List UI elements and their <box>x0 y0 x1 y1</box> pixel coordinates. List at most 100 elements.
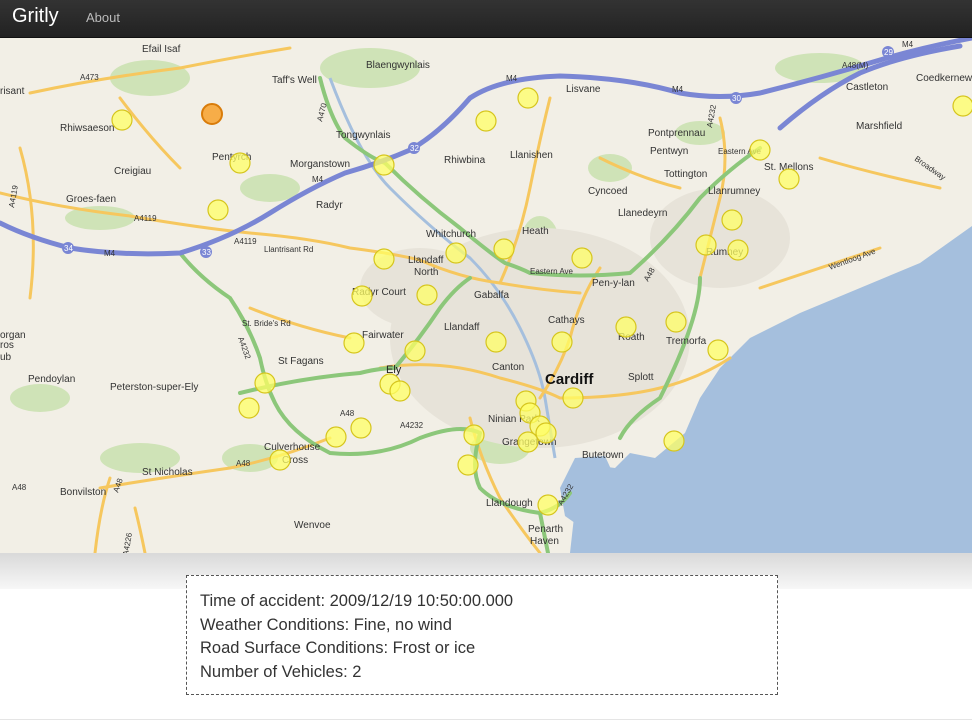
accident-marker[interactable] <box>207 199 229 221</box>
label-canton: Canton <box>492 362 524 373</box>
label-m4-d: M4 <box>312 175 324 184</box>
accident-marker[interactable] <box>457 454 479 476</box>
label-tongwynlais: Tongwynlais <box>336 130 390 141</box>
accident-marker[interactable] <box>707 339 729 361</box>
label-wenvoe: Wenvoe <box>294 520 331 531</box>
brand-link[interactable]: Gritly <box>12 5 59 28</box>
accident-marker[interactable] <box>351 285 373 307</box>
accident-marker[interactable] <box>562 387 584 409</box>
label-tremorfa: Tremorfa <box>666 336 707 347</box>
accident-time: Time of accident: 2009/12/19 10:50:00.00… <box>200 592 514 610</box>
svg-text:30: 30 <box>732 94 741 103</box>
label-m4-c: M4 <box>902 40 914 49</box>
accident-marker[interactable] <box>517 431 539 453</box>
accident-marker[interactable] <box>727 239 749 261</box>
accident-marker[interactable] <box>537 494 559 516</box>
label-taffs-well: Taff's Well <box>272 75 317 86</box>
label-a48m: A48(M) <box>842 61 869 70</box>
road-surface-conditions: Road Surface Conditions: Frost or ice <box>200 639 476 657</box>
label-haven: Haven <box>530 536 559 547</box>
label-a48-b: A48 <box>236 459 251 468</box>
accident-marker[interactable] <box>111 109 133 131</box>
label-coedkernew: Coedkernew <box>916 73 972 84</box>
label-butetown: Butetown <box>582 450 624 461</box>
label-whitchurch: Whitchurch <box>426 229 476 240</box>
label-llanrumney: Llanrumney <box>708 186 760 197</box>
label-efail-isaf: Efail Isaf <box>142 44 181 55</box>
label-m4-e: M4 <box>104 249 116 258</box>
label-peterston: Peterston-super-Ely <box>110 382 198 393</box>
accident-marker[interactable] <box>254 372 276 394</box>
label-pen-y-lan: Pen-y-lan <box>592 278 635 289</box>
label-groes-faen: Groes-faen <box>66 194 116 205</box>
label-llantrisant-rd: Llantrisant Rd <box>264 245 313 254</box>
accident-marker[interactable] <box>952 95 972 117</box>
accident-marker[interactable] <box>373 248 395 270</box>
accident-marker[interactable] <box>749 139 771 161</box>
label-ub: ub <box>0 352 12 363</box>
label-st-brides-rd: St. Bride's Rd <box>242 319 291 328</box>
label-bonvilston: Bonvilston <box>60 487 106 498</box>
accident-marker[interactable] <box>485 331 507 353</box>
accident-marker[interactable] <box>493 238 515 260</box>
label-llandaff: Llandaff <box>444 322 480 333</box>
number-of-vehicles: Number of Vehicles: 2 <box>200 662 362 681</box>
accident-marker[interactable] <box>445 242 467 264</box>
accident-marker[interactable] <box>778 168 800 190</box>
label-eastern-ave-a: Eastern Ave <box>530 267 574 276</box>
accident-marker[interactable] <box>325 426 347 448</box>
accident-marker[interactable] <box>404 340 426 362</box>
accident-marker[interactable] <box>551 331 573 353</box>
label-llandaff-north-2: North <box>414 267 438 278</box>
accident-marker[interactable] <box>373 154 395 176</box>
label-a4119-c: A4119 <box>234 237 257 246</box>
label-marshfield: Marshfield <box>856 121 902 132</box>
label-culverhouse-1: Culverhouse <box>264 442 321 453</box>
selected-accident-marker[interactable] <box>201 103 223 125</box>
label-trisant: risant <box>0 86 25 97</box>
label-morganstown: Morganstown <box>290 159 350 170</box>
label-radyr: Radyr <box>316 200 343 211</box>
accident-marker[interactable] <box>475 110 497 132</box>
accident-marker[interactable] <box>350 417 372 439</box>
label-creigiau: Creigiau <box>114 166 151 177</box>
label-cyncoed: Cyncoed <box>588 186 627 197</box>
footer-divider <box>0 719 972 720</box>
label-a48-a: A48 <box>340 409 355 418</box>
accident-marker[interactable] <box>238 397 260 419</box>
accident-marker[interactable] <box>665 311 687 333</box>
label-heath: Heath <box>522 226 549 237</box>
label-llanedeyrn: Llanedeyrn <box>618 208 667 219</box>
nav-link-about[interactable]: About <box>86 10 120 25</box>
accident-marker[interactable] <box>463 424 485 446</box>
accident-info-panel: Time of accident: 2009/12/19 10:50:00.00… <box>186 575 778 695</box>
accident-marker[interactable] <box>517 87 539 109</box>
map-canvas[interactable]: Efail Isaf Taff's Well Blaengwynlais Lis… <box>0 38 972 553</box>
label-a4119-b: A4119 <box>134 214 157 223</box>
label-pontprennau: Pontprennau <box>648 128 705 139</box>
accident-marker[interactable] <box>269 449 291 471</box>
accident-marker[interactable] <box>229 152 251 174</box>
accident-marker[interactable] <box>695 234 717 256</box>
accident-marker[interactable] <box>535 422 557 444</box>
accident-marker[interactable] <box>721 209 743 231</box>
label-gabalfa: Gabalfa <box>474 290 509 301</box>
label-st-nicholas: St Nicholas <box>142 467 193 478</box>
accident-marker[interactable] <box>615 316 637 338</box>
accident-marker[interactable] <box>571 247 593 269</box>
accident-marker[interactable] <box>389 380 411 402</box>
label-tottington: Tottington <box>664 169 707 180</box>
label-cathays: Cathays <box>548 315 585 326</box>
label-llandough: Llandough <box>486 498 533 509</box>
accident-marker[interactable] <box>416 284 438 306</box>
accident-marker[interactable] <box>663 430 685 452</box>
label-llandaff-north-1: Llandaff <box>408 255 444 266</box>
label-cardiff: Cardiff <box>545 371 594 388</box>
svg-text:33: 33 <box>202 248 211 257</box>
accident-marker[interactable] <box>343 332 365 354</box>
label-splott: Splott <box>628 372 654 383</box>
label-m4-b: M4 <box>672 85 684 94</box>
label-rhiwsaeson: Rhiwsaeson <box>60 123 114 134</box>
svg-text:32: 32 <box>410 144 419 153</box>
navbar: Gritly About <box>0 0 972 38</box>
